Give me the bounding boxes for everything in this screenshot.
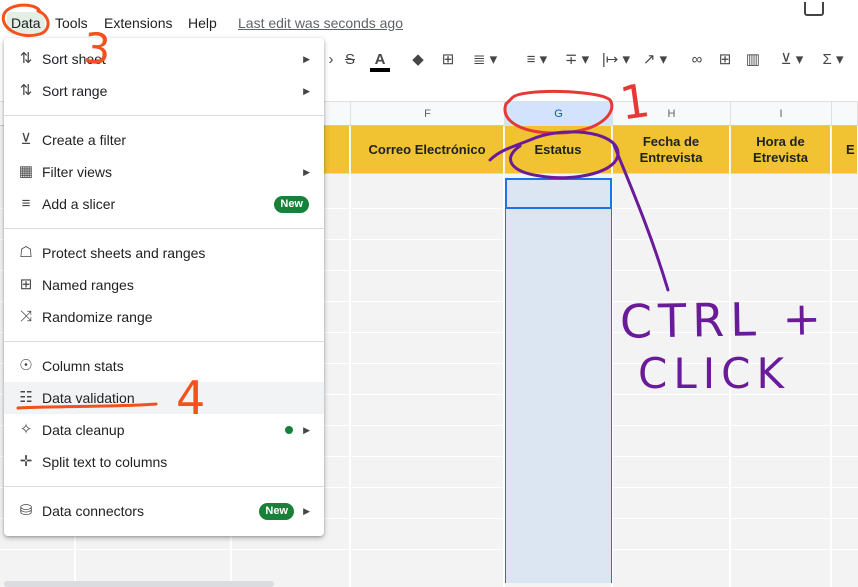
lock-icon: ☖	[19, 244, 33, 261]
menu-item-label: Split text to columns	[42, 454, 168, 470]
menu-item-label: Create a filter	[42, 132, 127, 148]
header-cell-estatus[interactable]: Estatus	[505, 126, 612, 174]
header-cell-hora[interactable]: Hora de Etrevista	[731, 126, 831, 174]
menu-extensions[interactable]: Extensions	[100, 12, 176, 34]
column-header-partial[interactable]	[324, 102, 351, 126]
menu-divider	[4, 486, 324, 487]
data-validation-icon: ☷	[19, 389, 33, 406]
merge-cells-icon[interactable]: ≣ ▾	[466, 48, 504, 72]
menu-data[interactable]: Data	[7, 12, 45, 34]
submenu-arrow-icon: ▶	[303, 53, 310, 64]
split-columns-icon: ✛	[19, 453, 33, 470]
menu-item-data-cleanup[interactable]: ✧ Data cleanup ▶	[4, 414, 324, 446]
menu-item-label: Filter views	[42, 164, 113, 180]
menu-help[interactable]: Help	[184, 12, 221, 34]
database-icon: ⛁	[19, 502, 33, 519]
submenu-arrow-icon: ▶	[303, 85, 310, 96]
insert-comment-icon[interactable]: ⊞	[714, 48, 736, 72]
menu-item-data-validation[interactable]: ☷ Data validation	[4, 382, 324, 414]
horizontal-align-icon[interactable]: ≡ ▾	[520, 48, 554, 72]
menu-item-label: Data connectors	[42, 503, 144, 519]
header-text: E	[846, 141, 855, 157]
header-text: Correo Electrónico	[368, 141, 486, 157]
shuffle-icon: ⤨	[19, 308, 32, 325]
header-text: Estatus	[534, 141, 582, 157]
magic-wand-icon: ✧	[19, 421, 33, 438]
horizontal-scrollbar[interactable]	[4, 581, 274, 587]
menu-item-label: Sort sheet	[42, 51, 106, 67]
insert-link-icon[interactable]: ∞	[686, 48, 708, 72]
new-badge: New	[259, 502, 294, 520]
menu-divider	[4, 341, 324, 342]
menu-item-add-slicer[interactable]: ≡ Add a slicer New	[4, 188, 324, 220]
header-text: Etrevista	[753, 149, 808, 165]
header-cell-fecha[interactable]: Fecha de Entrevista	[613, 126, 730, 174]
menu-item-sort-sheet[interactable]: ⇅ Sort sheet ▶	[4, 43, 324, 75]
last-edit-link[interactable]: Last edit was seconds ago	[238, 12, 403, 34]
menu-item-label: Randomize range	[42, 309, 153, 325]
menu-item-data-connectors[interactable]: ⛁ Data connectors New ▶	[4, 495, 324, 527]
submenu-arrow-icon: ▶	[303, 166, 310, 177]
active-cell[interactable]	[505, 178, 612, 209]
menu-item-split-text[interactable]: ✛ Split text to columns	[4, 446, 324, 478]
column-header-h[interactable]: H	[613, 102, 731, 126]
grid-row-line	[0, 549, 858, 550]
data-menu-dropdown: ⇅ Sort sheet ▶ ⇅ Sort range ▶ ⊻ Create a…	[4, 38, 324, 536]
menu-item-filter-views[interactable]: ▦ Filter views ▶	[4, 156, 324, 188]
menu-divider	[4, 228, 324, 229]
menu-item-label: Protect sheets and ranges	[42, 245, 206, 261]
menu-item-randomize-range[interactable]: ⤨ Randomize range	[4, 301, 324, 333]
header-text: Hora de	[756, 133, 805, 149]
text-wrap-icon[interactable]: |↦ ▾	[598, 48, 634, 72]
menu-item-sort-range[interactable]: ⇅ Sort range ▶	[4, 75, 324, 107]
column-header-j[interactable]	[832, 102, 858, 126]
header-text: Entrevista	[639, 149, 703, 165]
functions-icon[interactable]: Σ ▾	[816, 48, 850, 72]
menu-tools[interactable]: Tools	[51, 12, 92, 34]
filter-icon[interactable]: ⊻ ▾	[772, 48, 812, 72]
header-text: Fecha de	[642, 133, 700, 149]
submenu-arrow-icon: ▶	[303, 424, 310, 435]
insert-chart-icon[interactable]: ▥	[742, 48, 764, 72]
named-ranges-icon: ⊞	[19, 276, 33, 293]
column-header-f[interactable]: F	[351, 102, 505, 126]
sort-icon: ⇅	[19, 82, 33, 99]
menu-item-label: Named ranges	[42, 277, 134, 293]
menu-item-create-filter[interactable]: ⊻ Create a filter	[4, 124, 324, 156]
menu-item-label: Data cleanup	[42, 422, 125, 438]
grid-column	[351, 174, 505, 587]
header-cell-partial-right[interactable]: E	[832, 126, 858, 174]
menu-item-label: Column stats	[42, 358, 124, 374]
menu-item-protect-sheets[interactable]: ☖ Protect sheets and ranges	[4, 237, 324, 269]
menu-item-label: Data validation	[42, 390, 135, 406]
header-cell-partial[interactable]	[324, 126, 350, 174]
slicer-icon: ≡	[21, 195, 31, 212]
menu-item-column-stats[interactable]: ☉ Column stats	[4, 350, 324, 382]
filter-icon: ⊻	[20, 131, 32, 148]
text-rotation-icon[interactable]: ↗ ▾	[638, 48, 672, 72]
selected-column-range[interactable]	[505, 178, 612, 583]
toolbar-chevron-icon[interactable]: ›	[325, 48, 337, 72]
grid-column	[731, 174, 832, 587]
borders-icon[interactable]: ⊞	[437, 48, 459, 72]
menu-item-label: Sort range	[42, 83, 108, 99]
menu-item-label: Add a slicer	[42, 196, 116, 212]
text-color-swatch	[370, 68, 390, 72]
filter-views-icon: ▦	[18, 163, 34, 180]
sort-icon: ⇅	[19, 50, 33, 67]
submenu-arrow-icon: ▶	[303, 505, 310, 516]
status-dot-icon	[285, 426, 293, 434]
comment-history-icon[interactable]	[804, 2, 824, 16]
menu-divider	[4, 115, 324, 116]
fill-color-icon[interactable]: ◆	[406, 48, 430, 72]
vertical-align-icon[interactable]: ∓ ▾	[560, 48, 594, 72]
strikethrough-icon[interactable]: S	[339, 48, 361, 72]
lightbulb-icon: ☉	[19, 357, 33, 374]
column-header-i[interactable]: I	[731, 102, 832, 126]
menu-item-named-ranges[interactable]: ⊞ Named ranges	[4, 269, 324, 301]
grid-column	[613, 174, 731, 587]
header-cell-correo[interactable]: Correo Electrónico	[351, 126, 504, 174]
column-header-g[interactable]: G	[505, 102, 613, 126]
new-badge: New	[274, 195, 309, 213]
